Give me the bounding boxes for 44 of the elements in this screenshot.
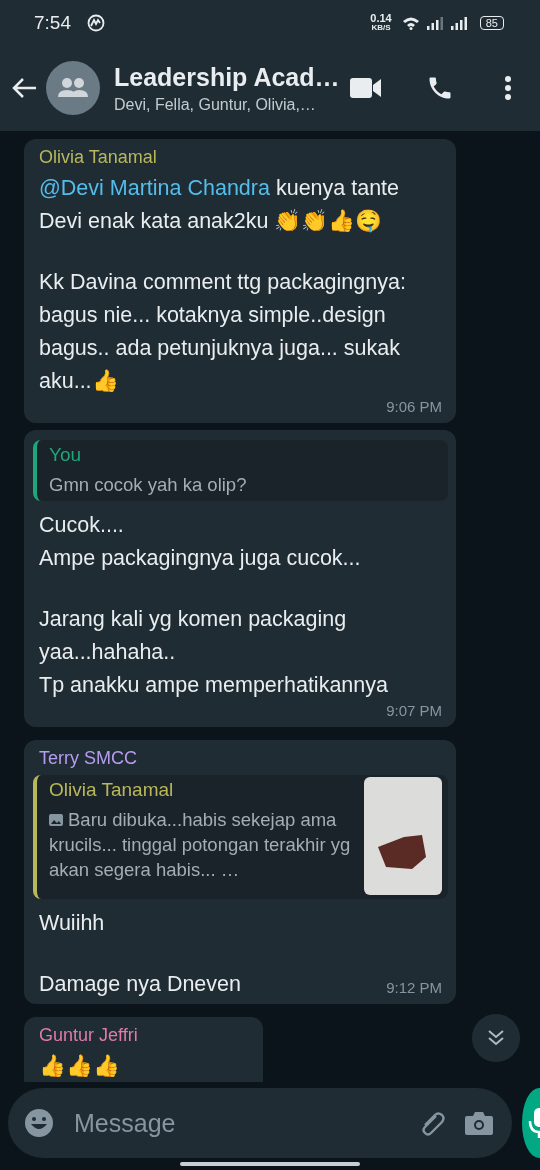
message-text: Cucok.... Ampe packagingnya juga cucok... [39,512,362,572]
message-input-field[interactable]: Message [8,1088,512,1158]
message-input[interactable]: Message [72,1107,398,1139]
message-text: Wuiihh [39,910,106,937]
network-speed: 0.14 [370,12,392,23]
back-arrow-icon[interactable] [12,77,38,99]
message-text: Kk Davina comment ttg packagingnya: bagus nie... kotaknya simple..design bagus.. ada petunjuknya juga... sukak aku...👍 [39,269,407,395]
message-bubble[interactable]: You Gmn cocok yah ka olip? Cucok.... Ampe packagingnya juga cucok... Jarang kali yg komen packaging yaa...hahaha.. Tp anakku ampe memperhatikannya 9:07 PM [24,430,456,727]
speed-unit: KB/S [371,22,391,33]
battery-indicator: 85 [479,15,504,30]
quoted-author: You [49,444,83,466]
video-call-icon[interactable] [350,77,382,99]
quoted-message[interactable]: You Gmn cocok yah ka olip? [33,440,448,501]
message-bubble[interactable] [24,139,456,423]
quoted-author: Olivia Tanamal [49,779,175,801]
message-time: 9:07 PM [386,702,442,719]
app-logo-icon [87,13,105,32]
message-text: 👍👍👍 [39,1053,121,1080]
message-bubble[interactable]: Guntur Jeffri 👍👍👍 [24,1017,263,1082]
chat-title[interactable]: Leadership Acad… [114,62,342,92]
sender-name: Guntur Jeffri [39,1025,139,1046]
signal-icon [425,15,444,30]
message-time: 9:12 PM [386,979,442,996]
mention-link[interactable]: @Devi Martina Chandra [39,176,270,200]
more-options-icon[interactable] [504,75,512,101]
status-time: 7:54 [34,11,71,34]
scroll-down-button[interactable] [472,1014,520,1062]
chat-members[interactable]: Devi, Fella, Guntur, Olivia,… [114,95,342,114]
sender-name: Olivia Tanamal [39,147,158,168]
quoted-message[interactable]: Olivia Tanamal Baru dibuka...habis sekejap ama krucils... tinggal potongan terakhir yg akan segera habis... … [33,775,448,899]
emoji-face-icon[interactable] [24,1108,54,1138]
quoted-text: Baru dibuka...habis sekejap ama krucils... tinggal potongan terakhir yg akan segera habis... … [49,809,351,880]
message-bubble[interactable]: Terry SMCC Olivia Tanamal Baru dibuka...habis sekejap ama krucils... tinggal potongan terakhir yg akan segera habis... … Wuiihh Damage nya Dneven 9:12 PM [24,740,456,1004]
sender-name: Terry SMCC [39,748,138,769]
group-avatar-icon[interactable] [46,61,100,115]
double-chevron-down-icon [486,1028,506,1048]
quoted-text: Gmn cocok yah ka olip? [49,474,247,495]
message-text: Damage nya Dneven [39,971,242,998]
message-time: 9:06 PM [386,398,442,415]
camera-icon[interactable] [464,1110,494,1136]
message-text: @Devi Martina Chandra kuenya tante Devi enak kata anak2ku 👏👏👍🤤 [39,175,401,235]
message-text: Jarang kali yg komen packaging yaa...hahaha.. Tp anakku ampe memperhatikannya [39,606,389,699]
signal-icon [449,15,468,30]
wifi-icon [401,15,420,30]
